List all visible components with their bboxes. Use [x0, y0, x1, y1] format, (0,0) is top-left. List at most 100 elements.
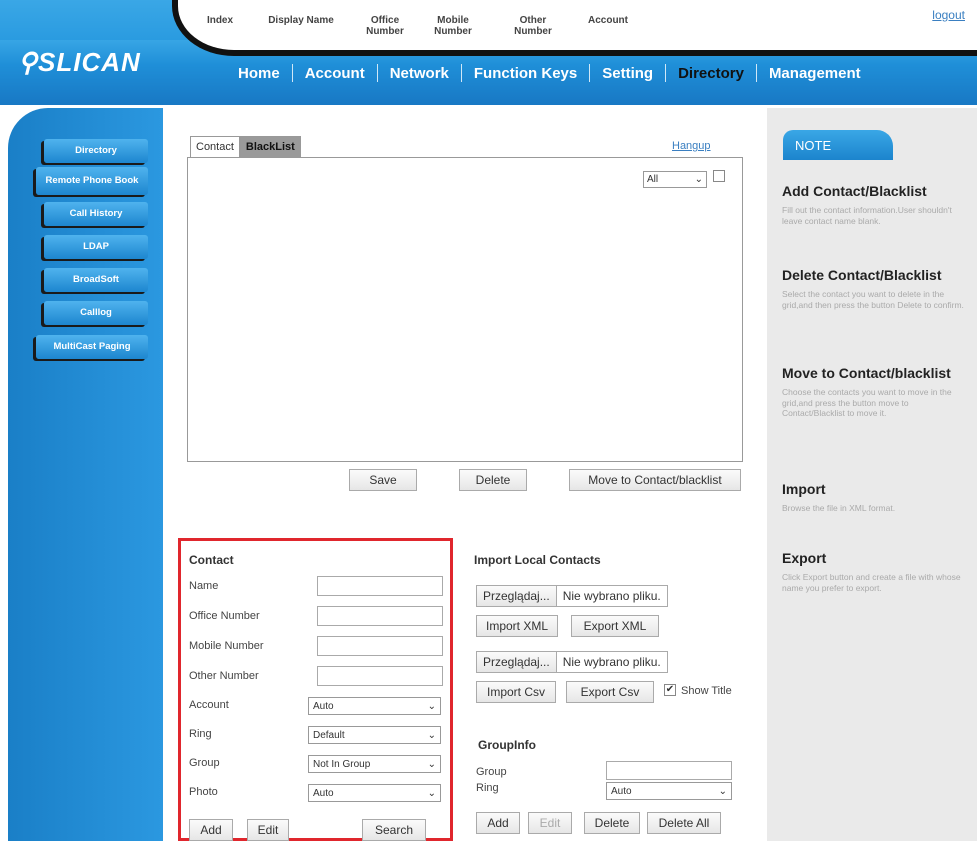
- photo-label: Photo: [189, 786, 218, 798]
- group-select[interactable]: Not In Group ⌄: [308, 755, 441, 773]
- csv-file-picker[interactable]: Przeglądaj... Nie wybrano pliku.: [476, 651, 668, 673]
- chevron-down-icon: ⌄: [427, 700, 436, 712]
- ring-select-value: Default: [313, 729, 345, 741]
- other-number-label: Other Number: [189, 670, 259, 682]
- office-number-label: Office Number: [189, 610, 260, 622]
- edit-group-button[interactable]: Edit: [528, 812, 572, 834]
- note-move-title: Move to Contact/blacklist: [782, 365, 951, 381]
- add-group-button[interactable]: Add: [476, 812, 520, 834]
- nav-home[interactable]: Home: [226, 65, 292, 82]
- nav-network[interactable]: Network: [378, 65, 461, 82]
- delete-button[interactable]: Delete: [459, 469, 527, 491]
- note-import-text: Browse the file in XML format.: [782, 503, 896, 513]
- select-all-checkbox[interactable]: [713, 170, 725, 182]
- contact-grid[interactable]: [187, 157, 743, 462]
- column-header-other-number: Other Number: [514, 15, 552, 37]
- tab-contact[interactable]: Contact: [190, 136, 240, 158]
- account-label: Account: [189, 699, 229, 711]
- account-select[interactable]: Auto ⌄: [308, 697, 441, 715]
- contact-form-title: Contact: [189, 553, 234, 567]
- nav-account[interactable]: Account: [293, 65, 377, 82]
- note-export-title: Export: [782, 550, 827, 566]
- note-delete-text: Select the contact you want to delete in…: [782, 289, 964, 310]
- ring-select[interactable]: Default ⌄: [308, 726, 441, 744]
- name-input[interactable]: [317, 576, 443, 596]
- note-tab: NOTE: [783, 130, 893, 160]
- header: ⚲SLICAN logout Home Account Network Func…: [0, 0, 977, 105]
- export-xml-button[interactable]: Export XML: [571, 615, 659, 637]
- other-number-input[interactable]: [317, 666, 443, 686]
- chevron-down-icon: ⌄: [694, 174, 703, 185]
- account-filter-value: All: [647, 174, 659, 185]
- mobile-number-label: Mobile Number: [189, 640, 264, 652]
- import-csv-button[interactable]: Import Csv: [476, 681, 556, 703]
- page: ⚲SLICAN logout Home Account Network Func…: [0, 0, 977, 841]
- move-to-contact-blacklist-button[interactable]: Move to Contact/blacklist: [569, 469, 741, 491]
- photo-select[interactable]: Auto ⌄: [308, 784, 441, 802]
- sidebar-item-remote-phone-book[interactable]: Remote Phone Book: [36, 167, 148, 195]
- column-header-display-name: Display Name: [268, 15, 334, 26]
- logout-link[interactable]: logout: [932, 8, 965, 22]
- import-section-title: Import Local Contacts: [474, 553, 601, 567]
- group-info-title: GroupInfo: [478, 738, 536, 752]
- account-select-value: Auto: [313, 700, 334, 712]
- main-nav: Home Account Network Function Keys Setti…: [226, 64, 873, 82]
- sidebar-item-calllog[interactable]: Calllog: [44, 301, 148, 325]
- chevron-down-icon: ⌄: [427, 729, 436, 741]
- nav-function-keys[interactable]: Function Keys: [462, 65, 589, 82]
- group-ring-select[interactable]: Auto ⌄: [606, 782, 732, 800]
- sidebar-item-broadsoft[interactable]: BroadSoft: [44, 268, 148, 292]
- xml-browse-button[interactable]: Przeglądaj...: [477, 586, 557, 606]
- note-add-title: Add Contact/Blacklist: [782, 183, 927, 199]
- chevron-down-icon: ⌄: [718, 785, 727, 797]
- sidebar-item-call-history[interactable]: Call History: [44, 202, 148, 226]
- contact-tabs: Contact BlackList: [190, 136, 301, 158]
- xml-file-status: Nie wybrano pliku.: [562, 589, 661, 603]
- note-add-text: Fill out the contact information.User sh…: [782, 205, 952, 226]
- export-csv-button[interactable]: Export Csv: [566, 681, 654, 703]
- delete-group-button[interactable]: Delete: [584, 812, 640, 834]
- column-header-account: Account: [588, 15, 628, 26]
- nav-management[interactable]: Management: [757, 65, 873, 82]
- tab-blacklist[interactable]: BlackList: [239, 136, 301, 158]
- note-move-text: Choose the contacts you want to move in …: [782, 387, 952, 418]
- group-ring-value: Auto: [611, 785, 632, 797]
- column-header-office-number: Office Number: [366, 15, 404, 37]
- note-export-text: Click Export button and create a file wi…: [782, 572, 961, 593]
- sidebar-item-multicast-paging[interactable]: MultiCast Paging: [36, 335, 148, 359]
- add-contact-button[interactable]: Add: [189, 819, 233, 841]
- xml-file-picker[interactable]: Przeglądaj... Nie wybrano pliku.: [476, 585, 668, 607]
- note-import-title: Import: [782, 481, 826, 497]
- logo-icon: ⚲: [18, 47, 39, 77]
- search-contact-button[interactable]: Search: [362, 819, 426, 841]
- chevron-down-icon: ⌄: [427, 758, 436, 770]
- edit-contact-button[interactable]: Edit: [247, 819, 289, 841]
- note-delete-title: Delete Contact/Blacklist: [782, 267, 942, 283]
- column-header-index: Index: [206, 15, 234, 26]
- nav-directory[interactable]: Directory: [666, 65, 756, 82]
- office-number-input[interactable]: [317, 606, 443, 626]
- sidebar-item-directory[interactable]: Directory: [44, 139, 148, 163]
- delete-all-groups-button[interactable]: Delete All: [647, 812, 721, 834]
- column-header-mobile-number: Mobile Number: [434, 15, 472, 37]
- csv-file-status: Nie wybrano pliku.: [562, 655, 661, 669]
- group-label: Group: [189, 757, 220, 769]
- name-label: Name: [189, 580, 219, 592]
- import-xml-button[interactable]: Import XML: [476, 615, 558, 637]
- mobile-number-input[interactable]: [317, 636, 443, 656]
- nav-setting[interactable]: Setting: [590, 65, 665, 82]
- hangup-link[interactable]: Hangup: [672, 140, 711, 152]
- chevron-down-icon: ⌄: [427, 787, 436, 799]
- csv-browse-button[interactable]: Przeglądaj...: [477, 652, 557, 672]
- ring-label: Ring: [189, 728, 212, 740]
- group-select-value: Not In Group: [313, 758, 371, 770]
- save-button[interactable]: Save: [349, 469, 417, 491]
- checkmark-icon: ✔: [665, 684, 675, 695]
- show-title-checkbox[interactable]: ✔: [664, 684, 676, 696]
- header-swoosh-line: [172, 0, 977, 56]
- logo: ⚲SLICAN: [18, 47, 141, 78]
- group-info-group-label: Group: [476, 766, 507, 778]
- account-filter-select[interactable]: All ⌄: [643, 171, 707, 188]
- group-name-input[interactable]: [606, 761, 732, 780]
- sidebar-item-ldap[interactable]: LDAP: [44, 235, 148, 259]
